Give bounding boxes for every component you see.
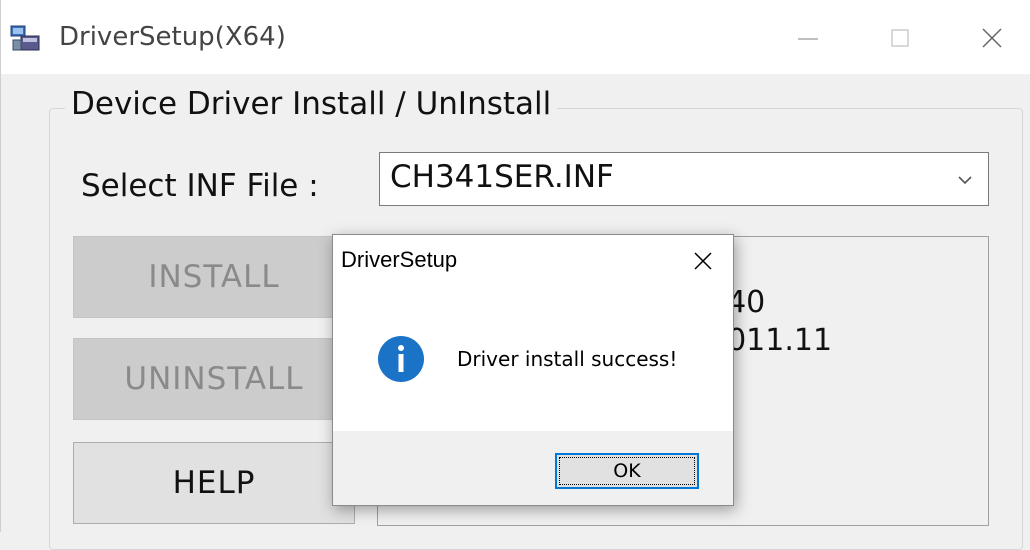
inf-file-value: CH341SER.INF [390, 159, 614, 195]
chevron-down-icon [958, 176, 972, 185]
install-button[interactable]: INSTALL [73, 236, 355, 318]
dialog-title: DriverSetup [341, 247, 458, 272]
inf-file-select[interactable]: CH341SER.INF [379, 152, 989, 206]
dialog-close-button[interactable] [685, 243, 721, 279]
dialog-footer: OK [333, 431, 733, 505]
driver-setup-icon [9, 24, 43, 54]
close-icon [982, 28, 1002, 48]
minimize-icon [798, 38, 818, 40]
dialog-message: Driver install success! [457, 347, 678, 371]
close-icon [694, 252, 712, 270]
window-close-button[interactable] [965, 16, 1019, 60]
help-button[interactable]: HELP [73, 442, 355, 524]
uninstall-button[interactable]: UNINSTALL [73, 338, 355, 420]
info-icon [378, 336, 424, 382]
maximize-button[interactable] [873, 16, 927, 60]
title-bar: DriverSetup(X64) [1, 0, 1030, 74]
window-title: DriverSetup(X64) [59, 22, 286, 52]
select-inf-label: Select INF File : [81, 168, 319, 204]
ok-button[interactable]: OK [555, 453, 699, 489]
maximize-icon [891, 29, 909, 47]
group-title: Device Driver Install / UnInstall [65, 86, 558, 122]
success-dialog: DriverSetup Driver install success! OK [332, 234, 734, 506]
minimize-button[interactable] [781, 16, 835, 60]
